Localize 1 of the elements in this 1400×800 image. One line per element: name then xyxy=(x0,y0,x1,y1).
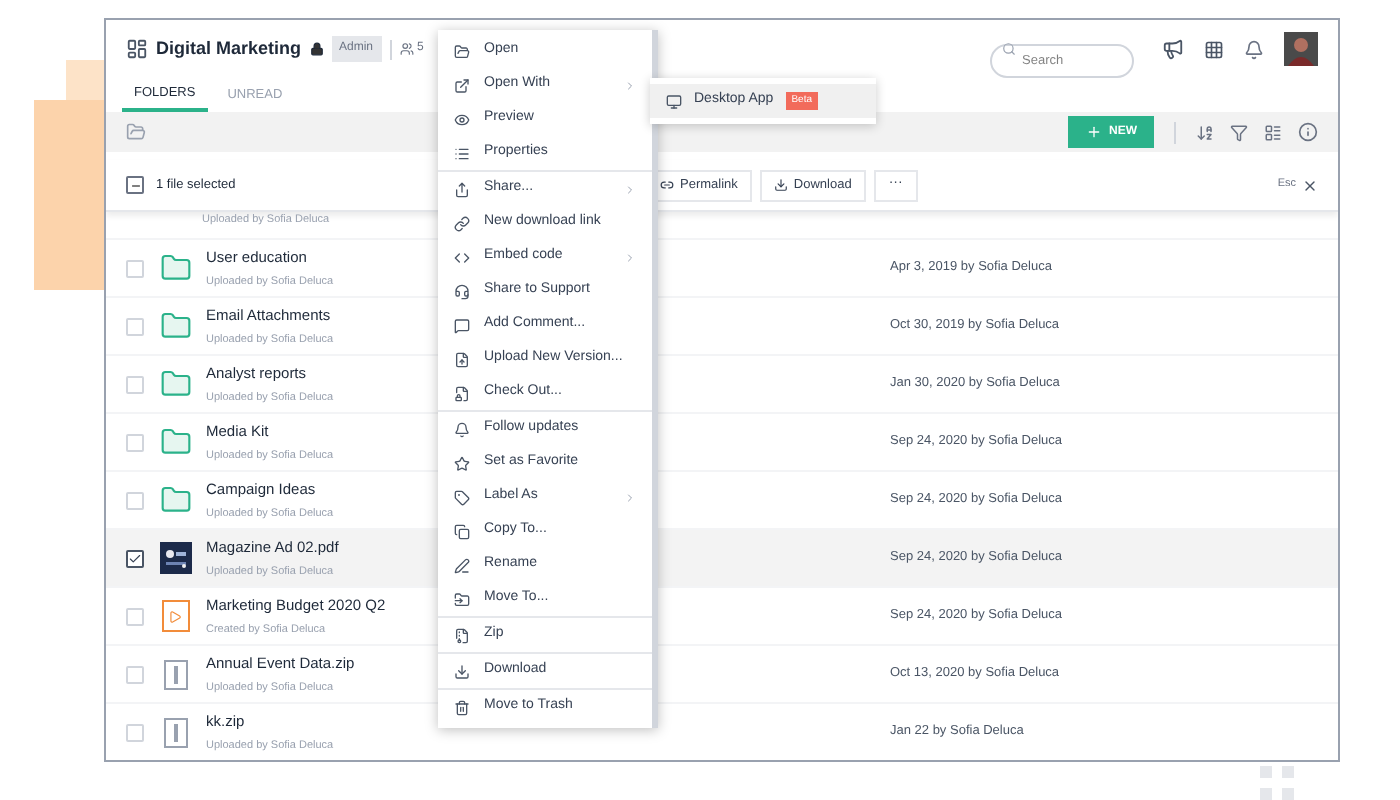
workspace-title: Digital Marketing xyxy=(156,35,302,62)
